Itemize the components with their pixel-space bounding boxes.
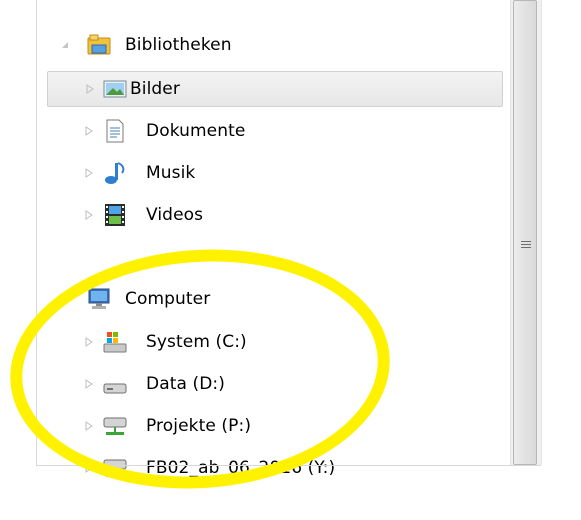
navigation-pane: Bibliotheken Bilder Dokumente Musik Vide… (36, 0, 511, 478)
videos-icon (103, 203, 127, 227)
tree-item-computer[interactable]: Computer (37, 282, 511, 316)
collapsed-arrow-icon[interactable] (83, 377, 95, 391)
music-icon (103, 161, 127, 185)
tree-item-libraries[interactable]: Bibliotheken (37, 28, 511, 62)
tree-item-label: FB02_ab_06_2016 (Y:) (146, 458, 336, 478)
tree-item-drive-y[interactable]: FB02_ab_06_2016 (Y:) (37, 451, 511, 485)
network-drive-icon (103, 456, 127, 480)
tree-item-label: Musik (146, 163, 196, 183)
collapsed-arrow-icon[interactable] (83, 419, 95, 433)
tree-item-drive-p[interactable]: Projekte (P:) (37, 409, 511, 443)
pane-bottom-border (36, 465, 541, 466)
scrollbar-grip-icon (521, 241, 531, 253)
tree-item-label: Data (D:) (146, 374, 225, 394)
system-drive-icon (103, 330, 127, 354)
content-pane (541, 0, 581, 465)
collapsed-arrow-icon[interactable] (83, 208, 95, 222)
tree-item-videos[interactable]: Videos (37, 198, 511, 232)
tree-item-label: Bilder (130, 79, 180, 99)
tree-item-label: System (C:) (146, 332, 247, 352)
hard-drive-icon (103, 372, 127, 396)
libraries-icon (87, 33, 111, 57)
collapsed-arrow-icon[interactable] (83, 335, 95, 349)
tree-item-drive-c[interactable]: System (C:) (37, 325, 511, 359)
network-drive-icon (103, 414, 127, 438)
pictures-icon (103, 77, 127, 101)
collapsed-arrow-icon[interactable] (83, 124, 95, 138)
tree-item-label: Dokumente (146, 121, 246, 141)
tree-item-label: Bibliotheken (125, 35, 232, 55)
collapsed-arrow-icon[interactable] (83, 461, 95, 475)
tree-item-label: Videos (146, 205, 204, 225)
expanded-arrow-icon[interactable] (59, 38, 71, 52)
tree-item-pictures[interactable]: Bilder (47, 71, 503, 107)
tree-item-drive-d[interactable]: Data (D:) (37, 367, 511, 401)
vertical-scrollbar[interactable] (510, 0, 542, 465)
tree-item-music[interactable]: Musik (37, 156, 511, 190)
collapsed-arrow-icon[interactable] (83, 166, 95, 180)
collapsed-arrow-icon[interactable] (84, 82, 96, 96)
computer-icon (87, 287, 111, 311)
tree-item-label: Projekte (P:) (146, 416, 252, 436)
tree-item-label: Computer (125, 289, 211, 309)
scrollbar-thumb[interactable] (513, 0, 537, 465)
tree-item-documents[interactable]: Dokumente (37, 114, 511, 148)
documents-icon (103, 119, 127, 143)
